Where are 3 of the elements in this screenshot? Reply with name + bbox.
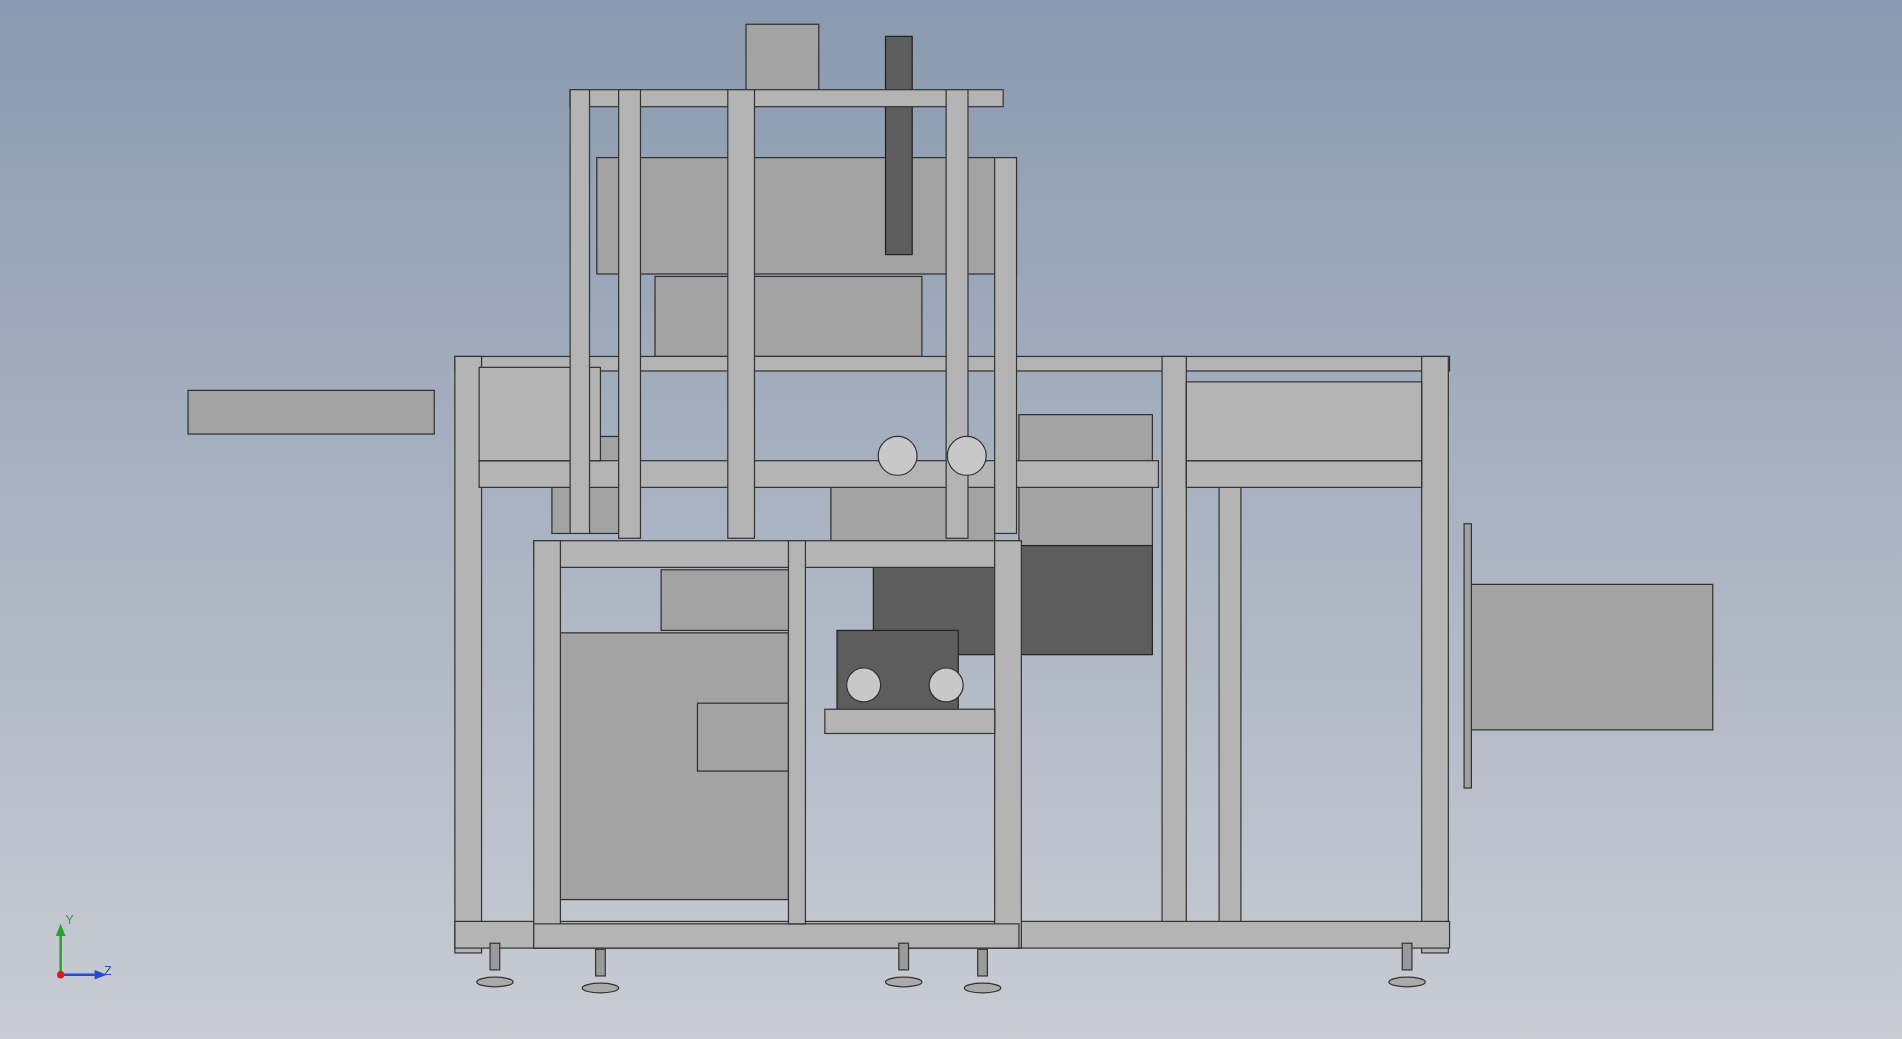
y-axis-label: Y [65,912,74,927]
z-axis-label: Z [104,963,112,978]
axis-triad-icon [55,923,107,980]
